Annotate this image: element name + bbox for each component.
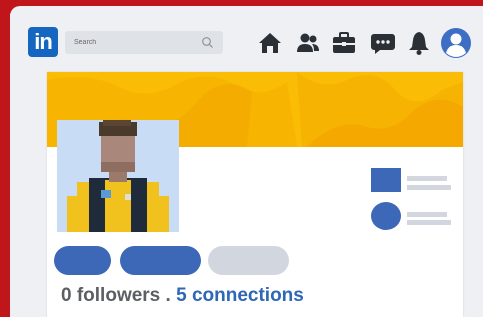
profile-card: 0 followers . 5 connections (47, 72, 463, 317)
browser-window: in Search 0 followers . 5 connections (10, 6, 483, 317)
messaging-icon[interactable] (370, 30, 396, 56)
stats-separator: . (160, 285, 177, 306)
connections-count[interactable]: 5 connections (176, 285, 304, 306)
jobs-icon[interactable] (331, 30, 357, 56)
linkedin-logo[interactable]: in (28, 27, 58, 57)
followers-count[interactable]: 0 followers (61, 285, 160, 306)
primary-action-button[interactable] (54, 246, 111, 275)
secondary-action-button[interactable] (120, 246, 201, 275)
placeholder-line (407, 185, 451, 190)
search-icon[interactable] (201, 36, 214, 49)
search-bar[interactable] (65, 31, 223, 54)
round-thumbnail (371, 202, 401, 230)
top-navigation-bar: in (10, 14, 483, 60)
home-icon[interactable] (257, 30, 283, 56)
placeholder-line (407, 212, 447, 217)
network-icon[interactable] (295, 30, 321, 56)
search-input[interactable] (65, 31, 204, 54)
profile-avatar[interactable] (57, 120, 179, 232)
profile-icon[interactable] (440, 27, 472, 59)
placeholder-line (407, 176, 447, 181)
placeholder-line (407, 220, 451, 225)
notifications-icon[interactable] (406, 30, 432, 56)
profile-stats: 0 followers . 5 connections (61, 285, 304, 307)
more-action-button[interactable] (208, 246, 289, 275)
square-thumbnail (371, 168, 401, 192)
